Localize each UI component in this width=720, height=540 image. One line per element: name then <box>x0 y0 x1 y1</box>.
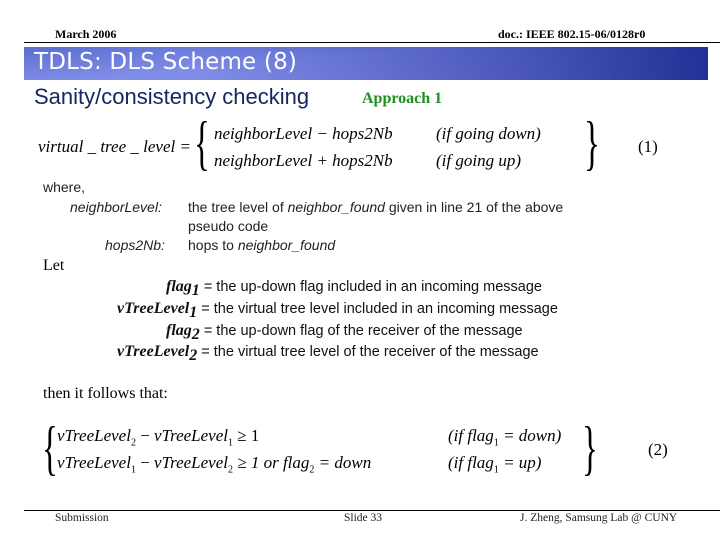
let-item-name: vTreeLevel <box>117 300 190 317</box>
eq2-term: vTreeLevel <box>154 426 228 445</box>
let-item: vTreeLevel2 = the virtual tree level of … <box>117 343 539 365</box>
header-rule <box>24 42 720 43</box>
eq2-op: − <box>135 426 155 445</box>
approach-label: Approach 1 <box>362 90 443 107</box>
def-desc-text: hops to <box>188 237 238 253</box>
eq1-case2-expr: neighborLevel + hops2Nb <box>214 151 393 170</box>
footer-rule <box>24 510 720 511</box>
let-item-sub: 1 <box>189 303 198 321</box>
eq2-term: vTreeLevel <box>57 426 131 445</box>
where-label: where, <box>43 179 86 195</box>
eq2-rest: = down <box>314 453 372 472</box>
def-desc-neighborlevel: the tree level of neighbor_found given i… <box>188 199 563 215</box>
footer-slide-number: Slide 33 <box>344 512 383 524</box>
def-desc-hops2nb: hops to neighbor_found <box>188 237 335 253</box>
then-text: then it follows that: <box>43 385 168 402</box>
eq2-right-brace: } <box>582 415 598 481</box>
let-item: flag2 = the up-down flag of the receiver… <box>166 322 523 344</box>
eq1-right-brace: } <box>584 110 600 176</box>
eq1-case1-expr: neighborLevel − hops2Nb <box>214 124 393 143</box>
eq1-left-brace: { <box>194 110 210 176</box>
let-item-name: flag <box>166 322 192 339</box>
def-term-hops2nb: hops2Nb: <box>105 237 165 253</box>
title-bar: TDLS: DLS Scheme (8) <box>24 47 708 80</box>
eq2-cond: = up) <box>498 453 542 472</box>
eq1-case2-cond: (if going up) <box>436 151 521 170</box>
let-item-desc: = the virtual tree level included in an … <box>201 301 558 317</box>
let-item-name: flag <box>166 278 192 295</box>
def-desc-text: given in line 21 of the above <box>384 199 564 215</box>
let-item-sub: 2 <box>189 346 198 364</box>
footer-author: J. Zheng, Samsung Lab @ CUNY <box>520 512 678 524</box>
def-term-neighborlevel: neighborLevel: <box>70 199 162 215</box>
eq2-row2-cond: (if flag1 = up) <box>448 453 541 475</box>
let-item-desc: = the up-down flag included in an incomi… <box>203 279 542 295</box>
eq2-row1-cond: (if flag1 = down) <box>448 426 561 448</box>
eq2-left-brace: { <box>42 415 58 481</box>
eq2-row2-expr: vTreeLevel1 − vTreeLevel2 ≥ 1 or flag2 =… <box>57 453 371 475</box>
def-desc-text: the tree level of <box>188 199 288 215</box>
eq2-rest: ≥ 1 <box>233 426 260 445</box>
let-item-name: vTreeLevel <box>117 343 190 360</box>
footer-submission: Submission <box>55 512 109 524</box>
let-item-desc: = the virtual tree level of the receiver… <box>201 344 539 360</box>
eq1-number: (1) <box>638 137 658 156</box>
slide-subtitle: Sanity/consistency checking <box>34 84 310 109</box>
eq2-cond: (if flag <box>448 426 494 445</box>
let-item-desc: = the up-down flag of the receiver of th… <box>203 323 523 339</box>
eq2-rest: ≥ 1 or flag <box>233 453 310 472</box>
def-desc-italic: neighbor_found <box>287 199 385 215</box>
eq1-lhs: virtual _ tree _ level = <box>38 137 191 156</box>
eq2-term: vTreeLevel <box>154 453 228 472</box>
let-item: flag1 = the up-down flag included in an … <box>166 278 542 300</box>
eq1-case1-cond: (if going down) <box>436 124 541 143</box>
eq2-number: (2) <box>648 440 668 459</box>
eq2-row1-expr: vTreeLevel2 − vTreeLevel1 ≥ 1 <box>57 426 259 448</box>
header-date: March 2006 <box>55 27 117 41</box>
header-doc-id: doc.: IEEE 802.15-06/0128r0 <box>498 27 646 41</box>
let-item: vTreeLevel1 = the virtual tree level inc… <box>117 300 558 322</box>
let-label: Let <box>43 257 65 274</box>
eq2-op: − <box>135 453 155 472</box>
let-item-sub: 2 <box>191 325 200 343</box>
let-item-sub: 1 <box>191 281 200 299</box>
eq2-term: vTreeLevel <box>57 453 131 472</box>
def-desc-italic: neighbor_found <box>237 237 336 253</box>
eq2-cond: = down) <box>498 426 562 445</box>
slide-title: TDLS: DLS Scheme (8) <box>34 49 298 75</box>
def-desc-neighborlevel-cont: pseudo code <box>188 218 269 234</box>
eq2-cond: (if flag <box>448 453 494 472</box>
